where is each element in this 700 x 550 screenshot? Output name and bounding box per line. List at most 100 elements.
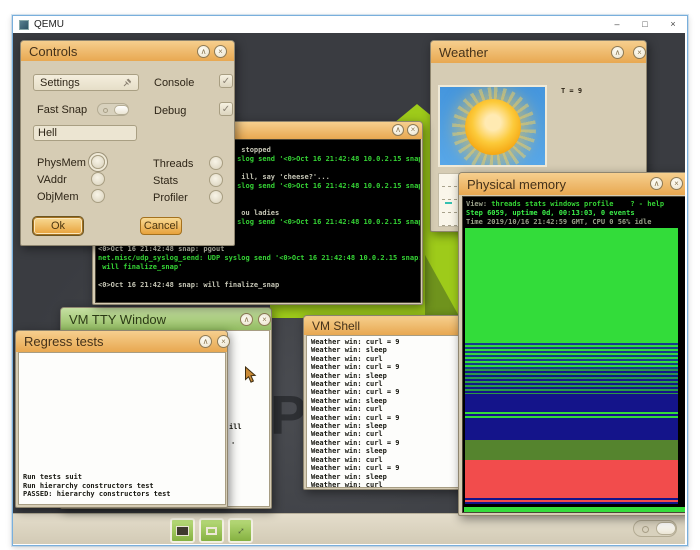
qemu-title: QEMU bbox=[34, 19, 64, 30]
stats-label: Stats bbox=[153, 175, 178, 187]
cancel-button[interactable]: Cancel bbox=[140, 217, 182, 235]
controls-window: Controls ∧ × Settings Console ✓ Fast Sna… bbox=[20, 40, 235, 246]
regress-output: Run tests suitRun hierarchy constructors… bbox=[23, 473, 171, 499]
toggle-knob[interactable] bbox=[656, 522, 676, 535]
vm-tty-title: VM TTY Window bbox=[69, 312, 166, 327]
console-line: Run hierarchy constructors test bbox=[23, 482, 171, 491]
memory-band bbox=[465, 440, 678, 459]
memory-band bbox=[465, 341, 678, 369]
regress-tests-window: Regress tests ∧ × Run tests suitRun hier… bbox=[15, 330, 228, 508]
shade-icon[interactable]: ∧ bbox=[650, 177, 663, 190]
physmem-view-line: View: threads stats windows profile ? - … bbox=[466, 200, 685, 209]
qemu-app-icon bbox=[19, 20, 29, 30]
memory-band bbox=[465, 418, 678, 440]
objmem-label: ObjMem bbox=[37, 191, 79, 203]
close-icon[interactable]: × bbox=[633, 46, 646, 59]
physmem-time-line: Time 2019/10/16 21:42:59 GMT, CPU 0 56% … bbox=[466, 218, 685, 227]
controls-title: Controls bbox=[29, 44, 77, 59]
memory-band bbox=[465, 460, 678, 499]
console-line: Weather win: curl = 9 bbox=[311, 414, 464, 422]
console-line: Weather win: curl bbox=[311, 405, 464, 413]
memory-band bbox=[465, 394, 678, 412]
memory-band bbox=[465, 369, 678, 394]
console-line: will finalize_snap' bbox=[98, 263, 420, 272]
console-line: Weather win: sleep bbox=[311, 372, 464, 380]
stats-radio[interactable] bbox=[209, 173, 223, 187]
memory-band bbox=[465, 228, 678, 341]
debug-checkbox[interactable]: ✓ bbox=[219, 102, 233, 116]
vm-shell-window: VM Shell Weather win: curl = 9Weather wi… bbox=[303, 315, 468, 490]
console-line: Weather win: sleep bbox=[311, 447, 464, 455]
console-line: Weather win: sleep bbox=[311, 397, 464, 405]
graph-tick-icon bbox=[445, 202, 452, 204]
regress-console[interactable]: Run tests suitRun hierarchy constructors… bbox=[18, 352, 226, 505]
view-label: View: bbox=[466, 200, 491, 208]
resize-diagonal-icon: ↔ bbox=[233, 523, 249, 539]
fast-snap-toggle[interactable] bbox=[97, 103, 129, 116]
ok-button[interactable]: Ok bbox=[33, 217, 83, 235]
shade-icon[interactable]: ∧ bbox=[392, 124, 404, 136]
shade-icon[interactable]: ∧ bbox=[199, 335, 212, 348]
vm-shell-console[interactable]: Weather win: curl = 9Weather win: sleepW… bbox=[306, 335, 465, 488]
shade-icon[interactable]: ∧ bbox=[240, 313, 253, 326]
profiler-radio[interactable] bbox=[209, 190, 223, 204]
console-line: Weather win: sleep bbox=[311, 346, 464, 354]
taskbar-resize-button[interactable]: ↔ bbox=[228, 518, 253, 543]
taskbar-console-button[interactable] bbox=[170, 518, 195, 543]
console-line: Weather win: curl = 9 bbox=[311, 439, 464, 447]
close-icon[interactable]: × bbox=[217, 335, 230, 348]
toggle-off-dot-icon bbox=[642, 526, 649, 533]
objmem-radio[interactable] bbox=[91, 189, 105, 203]
threads-label: Threads bbox=[153, 158, 193, 170]
threads-radio[interactable] bbox=[209, 156, 223, 170]
toggle-knob[interactable] bbox=[114, 105, 129, 115]
vm-shell-titlebar[interactable]: VM Shell bbox=[304, 316, 467, 335]
console-line: Weather win: curl = 9 bbox=[311, 338, 464, 346]
console-line: Run tests suit bbox=[23, 473, 171, 482]
console-line: Weather win: curl = 9 bbox=[311, 363, 464, 371]
debug-label: Debug bbox=[154, 105, 186, 117]
regress-titlebar[interactable]: Regress tests bbox=[16, 331, 227, 352]
console-line: PASSED: hierarchy constructors test bbox=[23, 490, 171, 499]
physmem-radio[interactable] bbox=[91, 155, 105, 169]
profiler-label: Profiler bbox=[153, 192, 188, 204]
physical-memory-window: Physical memory ∧ × View: threads stats … bbox=[458, 172, 685, 516]
window-outline-icon bbox=[206, 527, 217, 535]
console-line: Weather win: curl bbox=[311, 355, 464, 363]
console-line: Weather win: curl bbox=[311, 380, 464, 388]
close-icon[interactable]: × bbox=[214, 45, 227, 58]
console-checkbox[interactable]: ✓ bbox=[219, 74, 233, 88]
weather-title: Weather bbox=[439, 45, 488, 60]
text-field[interactable] bbox=[33, 125, 137, 141]
vaddr-radio[interactable] bbox=[91, 172, 105, 186]
console-line: Weather win: curl bbox=[311, 430, 464, 438]
close-icon[interactable]: × bbox=[407, 124, 419, 136]
close-icon[interactable]: × bbox=[258, 313, 271, 326]
physmem-console[interactable]: View: threads stats windows profile ? - … bbox=[462, 196, 685, 513]
close-icon[interactable]: × bbox=[659, 16, 687, 33]
console-line: Weather win: sleep bbox=[311, 473, 464, 481]
taskbar-window-button[interactable] bbox=[199, 518, 224, 543]
sun-icon bbox=[465, 99, 521, 155]
memory-band bbox=[465, 498, 678, 504]
console-label: Console bbox=[154, 77, 194, 89]
temperature-label: T = 9 bbox=[561, 87, 582, 96]
console-line: <0>Oct 16 21:42:48 snap: will finalize_s… bbox=[98, 281, 420, 290]
desktop: Ph ↔ Weather ∧ × bbox=[13, 33, 685, 544]
physmem-label: PhysMem bbox=[37, 157, 86, 169]
shade-icon[interactable]: ∧ bbox=[611, 46, 624, 59]
minimize-icon[interactable]: – bbox=[603, 16, 631, 33]
qemu-titlebar[interactable]: QEMU – □ × bbox=[13, 16, 687, 33]
close-icon[interactable]: × bbox=[670, 177, 683, 190]
console-line-fragment: ill bbox=[229, 423, 242, 432]
vaddr-label: VAddr bbox=[37, 174, 67, 186]
console-line: <0>Oct 16 21:42:48 snap: pgout bbox=[98, 245, 420, 254]
settings-combobox[interactable]: Settings bbox=[33, 74, 139, 91]
toggle-off-dot-icon bbox=[103, 108, 108, 113]
view-options: threads stats windows profile ? - help bbox=[491, 200, 664, 208]
desktop-toggle[interactable] bbox=[633, 520, 677, 537]
settings-value: Settings bbox=[40, 77, 80, 89]
maximize-icon[interactable]: □ bbox=[631, 16, 659, 33]
shade-icon[interactable]: ∧ bbox=[197, 45, 210, 58]
memory-map[interactable] bbox=[465, 228, 678, 504]
